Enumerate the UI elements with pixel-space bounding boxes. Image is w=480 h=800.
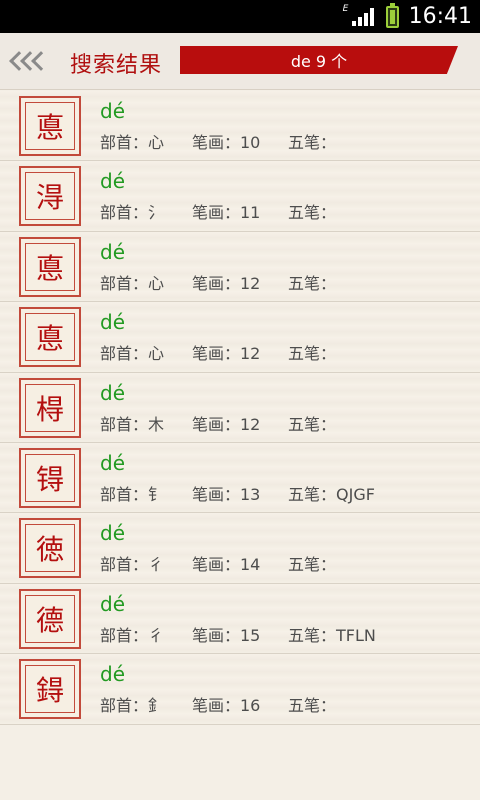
pinyin: dé [100, 662, 125, 687]
strokes-field: 笔画：12 [192, 273, 261, 293]
strokes-field: 笔画：11 [192, 203, 261, 223]
character-info: 部首：釒 笔画：16 五笔： [100, 692, 336, 716]
character-info: 部首：心 笔画：12 五笔： [100, 340, 336, 364]
radical-field: 部首：釒 [100, 696, 165, 716]
pinyin: dé [100, 310, 125, 335]
list-item[interactable]: 徳 dé 部首：彳 笔画：14 五笔： [0, 513, 480, 584]
pinyin: dé [100, 169, 125, 194]
character: 淂 [35, 181, 64, 215]
radical-field: 部首：心 [100, 344, 165, 364]
header: 搜索结果 de 9 个 [0, 33, 480, 90]
strokes-field: 笔画：16 [192, 696, 261, 716]
strokes-field: 笔画：15 [192, 625, 261, 645]
pinyin: dé [100, 521, 125, 546]
character-info: 部首：彳 笔画：14 五笔： [100, 551, 336, 575]
chevron-left-icon [31, 51, 51, 71]
list-item[interactable]: 德 dé 部首：彳 笔画：15 五笔：TFLN [0, 583, 480, 655]
character-stamp: 悳 [19, 236, 81, 297]
signal-icon: E [343, 4, 374, 26]
wubi-field: 五笔： [288, 133, 337, 152]
wubi-field: 五笔： [288, 344, 337, 364]
battery-icon [385, 2, 399, 28]
wubi-field: 五笔： [288, 696, 337, 716]
radical-field: 部首：心 [100, 273, 165, 293]
result-count-banner: de 9 个 [180, 46, 458, 74]
radical-field: 部首：木 [100, 414, 165, 434]
pinyin: dé [100, 380, 125, 405]
list-item[interactable]: 悳 dé 部首：心 笔画：12 五笔： [0, 231, 480, 303]
character: 棏 [35, 392, 64, 426]
list-item[interactable]: 悳 dé 部首：心 笔画：12 五笔： [0, 302, 480, 373]
character: 悳 [35, 111, 64, 144]
character: 悳 [35, 251, 64, 285]
result-list: 悳 dé 部首：心 笔画：10 五笔： 淂 dé 部首：氵 笔画：11 五笔： … [0, 91, 480, 725]
character: 德 [35, 603, 64, 637]
character-stamp: 德 [19, 588, 81, 649]
character-stamp: 淂 [19, 166, 81, 227]
strokes-field: 笔画：13 [192, 484, 261, 504]
strokes-field: 笔画：12 [192, 344, 261, 364]
character: 徳 [35, 533, 64, 567]
radical-field: 部首：钅 [100, 484, 165, 504]
character-stamp: 徳 [19, 518, 81, 579]
character: 锝 [35, 462, 64, 496]
pinyin: dé [100, 591, 125, 616]
character-stamp: 悳 [19, 307, 81, 368]
character-info: 部首：氵 笔画：11 五笔： [100, 199, 336, 223]
wubi-field: 五笔：TFLN [288, 625, 376, 645]
strokes-field: 笔画：12 [192, 414, 261, 434]
character-info: 部首：心 笔画：10 五笔： [100, 129, 336, 153]
character: 悳 [35, 322, 64, 356]
list-item[interactable]: 悳 dé 部首：心 笔画：10 五笔： [0, 91, 480, 162]
list-item[interactable]: 锝 dé 部首：钅 笔画：13 五笔：QJGF [0, 442, 480, 514]
wubi-field: 五笔：QJGF [288, 484, 375, 504]
character-stamp: 棏 [19, 377, 81, 438]
back-button[interactable] [9, 47, 58, 75]
character-stamp: 锝 [19, 447, 81, 508]
character: 鍀 [35, 674, 64, 708]
pinyin: dé [100, 239, 125, 264]
character-info: 部首：彳 笔画：15 五笔：TFLN [100, 622, 376, 646]
network-type-label: E [342, 3, 349, 14]
page-title: 搜索结果 [70, 53, 163, 78]
wubi-field: 五笔： [288, 273, 337, 293]
radical-field: 部首：彳 [100, 555, 165, 575]
radical-field: 部首：心 [100, 133, 165, 152]
radical-field: 部首：彳 [100, 625, 165, 645]
list-item[interactable]: 鍀 dé 部首：釒 笔画：16 五笔： [0, 654, 480, 725]
strokes-field: 笔画：14 [192, 555, 261, 575]
status-bar: E 16:41 [0, 0, 480, 33]
character-info: 部首：木 笔画：12 五笔： [100, 411, 336, 435]
pinyin: dé [100, 99, 125, 123]
character-stamp: 悳 [19, 96, 81, 156]
radical-field: 部首：氵 [100, 203, 165, 223]
clock: 16:41 [408, 4, 472, 29]
list-item[interactable]: 淂 dé 部首：氵 笔画：11 五笔： [0, 161, 480, 232]
wubi-field: 五笔： [288, 203, 337, 223]
pinyin: dé [100, 450, 125, 475]
wubi-field: 五笔： [288, 555, 337, 575]
character-stamp: 鍀 [19, 659, 81, 720]
list-item[interactable]: 棏 dé 部首：木 笔画：12 五笔： [0, 372, 480, 443]
character-info: 部首：心 笔画：12 五笔： [100, 270, 336, 294]
character-info: 部首：钅 笔画：13 五笔：QJGF [100, 481, 375, 505]
strokes-field: 笔画：10 [192, 133, 261, 152]
wubi-field: 五笔： [288, 414, 337, 434]
